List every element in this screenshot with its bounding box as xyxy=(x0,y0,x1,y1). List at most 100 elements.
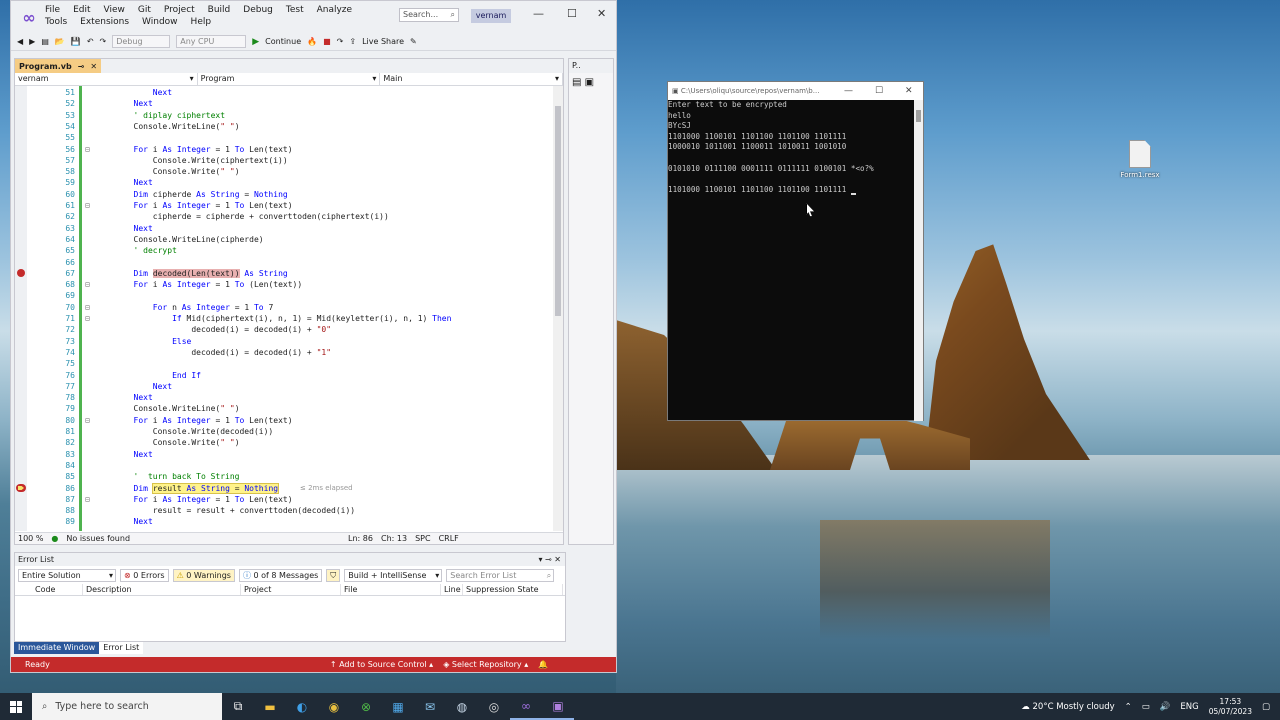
messages-filter-button[interactable]: ⓘ 0 of 8 Messages xyxy=(238,568,323,582)
menu-edit[interactable]: Edit xyxy=(73,4,90,16)
class-dropdown[interactable]: Program ▾ xyxy=(198,73,381,85)
steam-icon[interactable]: ◍ xyxy=(446,693,478,720)
live-share-button[interactable]: Live Share xyxy=(362,37,404,46)
vs-search-box[interactable]: Search... ⌕ xyxy=(399,8,459,22)
scope-select[interactable]: Entire Solution ▾ xyxy=(18,568,116,582)
start-button[interactable] xyxy=(0,693,32,720)
maximize-icon[interactable]: ☐ xyxy=(567,7,577,20)
configuration-select[interactable]: Debug xyxy=(112,35,171,48)
code-line[interactable]: 84 xyxy=(15,460,563,471)
close-icon[interactable]: ✕ xyxy=(905,82,913,100)
maximize-icon[interactable]: ☐ xyxy=(875,82,883,100)
visual-studio-taskbar-icon[interactable]: ∞ xyxy=(510,693,542,720)
project-dropdown[interactable]: vernam ▾ xyxy=(15,73,198,85)
collapse-icon[interactable]: ⊟ xyxy=(85,144,90,155)
console-taskbar-icon[interactable]: ▣ xyxy=(542,693,574,720)
code-line[interactable]: 53 ' diplay ciphertext xyxy=(15,110,563,121)
build-source-select[interactable]: Build + IntelliSense ▾ xyxy=(344,568,443,582)
code-line[interactable]: 68 ⊟ For i As Integer = 1 To (Len(text)) xyxy=(15,279,563,290)
code-line[interactable]: 80 ⊟ For i As Integer = 1 To Len(text) xyxy=(15,415,563,426)
select-repository-button[interactable]: ◈ Select Repository ▴ xyxy=(443,660,528,669)
code-line[interactable]: 86 Dim result As String = Nothing ≤ 2ms e… xyxy=(15,482,563,494)
code-line[interactable]: 66 xyxy=(15,257,563,268)
menu-analyze[interactable]: Analyze xyxy=(317,4,352,16)
minimize-icon[interactable]: — xyxy=(844,82,853,100)
code-line[interactable]: 60 Dim cipherde As String = Nothing xyxy=(15,189,563,200)
code-line[interactable]: 61 ⊟ For i As Integer = 1 To Len(text) xyxy=(15,200,563,211)
tab-error-list[interactable]: Error List xyxy=(99,642,144,654)
code-line[interactable]: 88 result = result + converttoden(decode… xyxy=(15,505,563,516)
code-line[interactable]: 89 Next xyxy=(15,516,563,527)
console-window[interactable]: ▣ C:\Users\oliqu\source\repos\vernam\b..… xyxy=(667,81,924,421)
taskbar-search-box[interactable]: ⌕ Type here to search xyxy=(32,693,222,720)
network-icon[interactable]: ▭ xyxy=(1142,702,1150,712)
code-line[interactable]: 55 xyxy=(15,132,563,143)
zoom-level[interactable]: 100 % xyxy=(18,534,43,543)
solution-explorer-icon[interactable]: ▤ ▣ xyxy=(569,73,613,92)
chevron-up-icon[interactable]: ⌃ xyxy=(1125,702,1132,712)
menu-tools[interactable]: Tools xyxy=(45,16,67,28)
code-line[interactable]: 76 End If xyxy=(15,370,563,381)
clock[interactable]: 17:53 05/07/2023 xyxy=(1209,697,1252,717)
code-line[interactable]: 81 Console.Write(decoded(i)) xyxy=(15,426,563,437)
tab-immediate-window[interactable]: Immediate Window xyxy=(14,642,100,654)
code-line[interactable]: 85 ' turn back To String xyxy=(15,471,563,482)
menu-build[interactable]: Build xyxy=(208,4,231,16)
column-project[interactable]: Project xyxy=(241,584,341,595)
code-line[interactable]: 67 Dim decoded(Len(text)) As String xyxy=(15,268,563,279)
code-line[interactable]: 69 xyxy=(15,290,563,301)
volume-icon[interactable]: 🔊 xyxy=(1160,702,1171,712)
filter-icon[interactable]: ⛉ xyxy=(326,568,341,582)
code-line[interactable]: 51 Next xyxy=(15,87,563,98)
column-line[interactable]: Line xyxy=(441,584,463,595)
code-line[interactable]: 71 ⊟ If Mid(ciphertext(i), n, 1) = Mid(ke… xyxy=(15,313,563,324)
desktop-file-icon[interactable]: Form1.resx xyxy=(1115,140,1165,179)
panel-controls-icon[interactable]: ▾ ⊸ ✕ xyxy=(538,553,561,566)
chrome-icon[interactable]: ◉ xyxy=(318,693,350,720)
open-icon[interactable]: 📂 xyxy=(55,37,65,46)
code-line[interactable]: 83 Next xyxy=(15,449,563,460)
console-scrollbar[interactable] xyxy=(914,100,923,421)
collapse-icon[interactable]: ⊟ xyxy=(85,200,90,211)
code-line[interactable]: 59 Next xyxy=(15,177,563,188)
code-line[interactable]: 64 Console.WriteLine(cipherde) xyxy=(15,234,563,245)
recorder-icon[interactable]: ◎ xyxy=(478,693,510,720)
collapse-icon[interactable]: ⊟ xyxy=(85,279,90,290)
redo-icon[interactable]: ↷ xyxy=(100,37,107,46)
column-code[interactable]: Code xyxy=(15,584,83,595)
store-icon[interactable]: ▦ xyxy=(382,693,414,720)
code-line[interactable]: 73 Else xyxy=(15,336,563,347)
add-to-source-control-button[interactable]: ↑ Add to Source Control ▴ xyxy=(330,660,433,669)
menu-git[interactable]: Git xyxy=(138,4,151,16)
collapse-icon[interactable]: ⊟ xyxy=(85,302,90,313)
forward-icon[interactable]: ▶ xyxy=(29,37,35,46)
warnings-filter-button[interactable]: ⚠ 0 Warnings xyxy=(172,568,235,582)
menu-extensions[interactable]: Extensions xyxy=(80,16,129,28)
side-panel-tab[interactable]: P.. xyxy=(569,59,613,73)
minimize-icon[interactable]: — xyxy=(533,7,544,20)
mail-icon[interactable]: ✉ xyxy=(414,693,446,720)
notification-icon[interactable]: ▢ xyxy=(1262,702,1270,712)
step-over-icon[interactable]: ↷ xyxy=(337,37,344,46)
code-line[interactable]: 58 Console.Write(" ") xyxy=(15,166,563,177)
pin-icon[interactable]: ⊸ xyxy=(78,62,85,71)
code-line[interactable]: 74 decoded(i) = decoded(i) + "1" xyxy=(15,347,563,358)
code-line[interactable]: 54 Console.WriteLine(" ") xyxy=(15,121,563,132)
code-line[interactable]: 62 cipherde = cipherde + converttoden(ci… xyxy=(15,211,563,222)
hot-reload-icon[interactable]: 🔥 xyxy=(307,37,317,46)
whitespace-mode[interactable]: SPC xyxy=(415,534,431,543)
file-explorer-icon[interactable]: ▬ xyxy=(254,693,286,720)
edge-icon[interactable]: ◐ xyxy=(286,693,318,720)
line-endings[interactable]: CRLF xyxy=(439,534,459,543)
menu-help[interactable]: Help xyxy=(191,16,212,28)
member-dropdown[interactable]: Main ▾ xyxy=(380,73,564,85)
collapse-icon[interactable]: ⊟ xyxy=(85,415,90,426)
notifications-icon[interactable]: 🔔 xyxy=(538,660,548,669)
menu-file[interactable]: File xyxy=(45,4,60,16)
menu-project[interactable]: Project xyxy=(164,4,195,16)
continue-button[interactable]: Continue xyxy=(265,37,301,46)
continue-icon[interactable]: ▶ xyxy=(252,37,259,47)
menu-test[interactable]: Test xyxy=(286,4,304,16)
column-description[interactable]: Description xyxy=(83,584,241,595)
code-line[interactable]: 79 Console.WriteLine(" ") xyxy=(15,403,563,414)
